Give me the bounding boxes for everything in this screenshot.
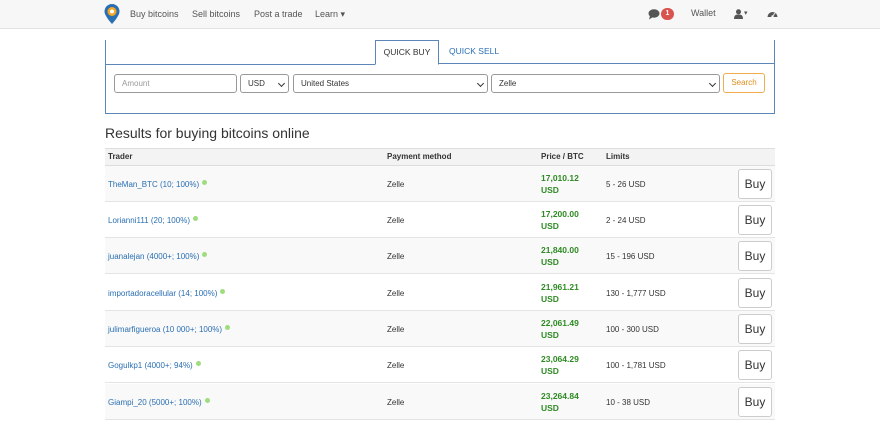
buy-button[interactable]: Buy <box>738 278 772 308</box>
trader-link[interactable]: importadoracellular (14; 100%) <box>108 289 226 298</box>
trader-link[interactable]: juanalejan (4000+; 100%) <box>108 252 208 261</box>
buy-button[interactable]: Buy <box>738 350 772 380</box>
buy-button[interactable]: Buy <box>738 205 772 235</box>
nav-learn-dropdown[interactable]: Learn ▾ <box>315 9 345 20</box>
chevron-down-icon <box>708 79 717 88</box>
results-title: Results for buying bitcoins online <box>105 125 310 141</box>
online-status-icon <box>202 252 208 257</box>
header-payment-method: Payment method <box>387 152 452 161</box>
chevron-down-icon <box>476 79 485 88</box>
table-row: Giampi_20 (5000+; 100%) Zelle 23,264.84 U… <box>105 384 775 420</box>
online-status-icon <box>220 289 226 294</box>
header-limits: Limits <box>606 152 630 161</box>
chat-icon[interactable] <box>648 9 660 20</box>
search-button[interactable]: Search <box>723 73 765 93</box>
price: 17,200.00 USD <box>541 209 579 231</box>
logo-icon[interactable] <box>104 4 120 24</box>
wallet-link[interactable]: Wallet <box>691 8 716 18</box>
tab-quick-buy[interactable]: QUICK BUY <box>375 40 439 65</box>
price: 23,264.84 USD <box>541 391 579 413</box>
price: 21,961.21 USD <box>541 282 579 304</box>
trader-link[interactable]: julimarfigueroa (10 000+; 100%) <box>108 325 231 334</box>
amount-input[interactable]: Amount <box>114 74 237 93</box>
online-status-icon <box>195 361 201 366</box>
payment-method: Zelle <box>387 289 405 298</box>
tab-quick-sell-label: QUICK SELL <box>449 46 500 56</box>
trader-link[interactable]: Lorianni111 (20; 100%) <box>108 216 198 225</box>
price: 21,840.00 USD <box>541 245 579 267</box>
country-value: United States <box>301 79 350 88</box>
user-dropdown-caret[interactable]: ▾ <box>744 9 748 17</box>
header-price: Price / BTC <box>541 152 584 161</box>
table-row: julimarfigueroa (10 000+; 100%) Zelle 22… <box>105 311 775 347</box>
tab-quick-sell[interactable]: QUICK SELL <box>439 40 775 64</box>
table-row: Gogulkp1 (4000+; 94%) Zelle 23,064.29 USD… <box>105 347 775 383</box>
payment-method: Zelle <box>387 252 405 261</box>
trader-link[interactable]: Giampi_20 (5000+; 100%) <box>108 398 210 407</box>
header-trader: Trader <box>108 152 133 161</box>
price: 17,010.12 USD <box>541 173 579 195</box>
trader-link[interactable]: Gogulkp1 (4000+; 94%) <box>108 361 201 370</box>
price: 23,064.29 USD <box>541 354 579 376</box>
limits: 5 - 26 USD <box>606 180 646 189</box>
dashboard-icon[interactable] <box>767 9 778 19</box>
buy-button[interactable]: Buy <box>738 314 772 344</box>
currency-select[interactable]: USD <box>240 74 289 93</box>
currency-value: USD <box>248 79 265 88</box>
country-select[interactable]: United States <box>293 74 488 93</box>
payment-method: Zelle <box>387 325 405 334</box>
payment-method-value: Zelle <box>499 79 517 88</box>
limits: 100 - 1,781 USD <box>606 361 666 370</box>
chevron-down-icon <box>277 79 286 88</box>
limits: 100 - 300 USD <box>606 325 659 334</box>
payment-method: Zelle <box>387 216 405 225</box>
nav-buy-bitcoins[interactable]: Buy bitcoins <box>130 9 179 19</box>
payment-method: Zelle <box>387 361 405 370</box>
payment-method-select[interactable]: Zelle <box>491 74 720 93</box>
nav-post-trade[interactable]: Post a trade <box>254 9 303 19</box>
online-status-icon <box>192 216 198 221</box>
buy-button[interactable]: Buy <box>738 387 772 417</box>
payment-method: Zelle <box>387 180 405 189</box>
limits: 10 - 38 USD <box>606 398 651 407</box>
limits: 2 - 24 USD <box>606 216 646 225</box>
table-row: juanalejan (4000+; 100%) Zelle 21,840.00… <box>105 238 775 274</box>
limits: 15 - 196 USD <box>606 252 655 261</box>
top-navbar: Buy bitcoins Sell bitcoins Post a trade … <box>0 0 880 29</box>
table-row: importadoracellular (14; 100%) Zelle 21,… <box>105 275 775 311</box>
online-status-icon <box>225 325 231 330</box>
online-status-icon <box>204 398 210 403</box>
table-row: Lorianni111 (20; 100%) Zelle 17,200.00 US… <box>105 202 775 238</box>
table-row: TheMan_BTC (10; 100%) Zelle 17,010.12 USD… <box>105 166 775 202</box>
nav-sell-bitcoins[interactable]: Sell bitcoins <box>192 9 240 19</box>
limits: 130 - 1,777 USD <box>606 289 666 298</box>
user-icon[interactable] <box>734 9 743 19</box>
buy-button[interactable]: Buy <box>738 241 772 271</box>
notification-badge[interactable]: 1 <box>661 8 674 20</box>
buy-button[interactable]: Buy <box>738 169 772 199</box>
trader-link[interactable]: TheMan_BTC (10; 100%) <box>108 180 208 189</box>
online-status-icon <box>202 180 208 185</box>
payment-method: Zelle <box>387 398 405 407</box>
price: 22,061.49 USD <box>541 318 579 340</box>
table-header: Trader Payment method Price / BTC Limits <box>105 148 775 166</box>
